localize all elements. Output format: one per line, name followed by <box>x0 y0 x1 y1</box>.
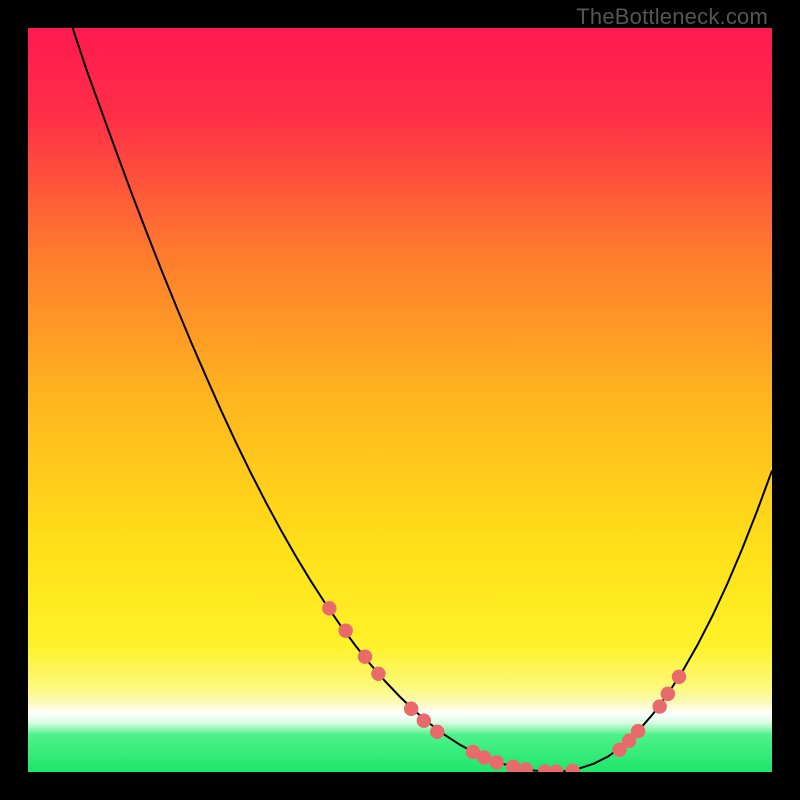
data-marker <box>417 713 431 727</box>
data-marker <box>490 755 504 769</box>
data-marker <box>404 702 418 716</box>
chart-frame <box>28 28 772 772</box>
data-marker <box>371 667 385 681</box>
data-marker <box>358 649 372 663</box>
data-marker <box>430 725 444 739</box>
watermark-text: TheBottleneck.com <box>576 4 768 30</box>
data-marker <box>322 601 336 615</box>
gradient-background <box>28 28 772 772</box>
data-marker <box>661 687 675 701</box>
data-marker <box>477 750 491 764</box>
bottleneck-chart <box>28 28 772 772</box>
data-marker <box>672 670 686 684</box>
data-marker <box>631 724 645 738</box>
data-marker <box>338 623 352 637</box>
data-marker <box>652 699 666 713</box>
